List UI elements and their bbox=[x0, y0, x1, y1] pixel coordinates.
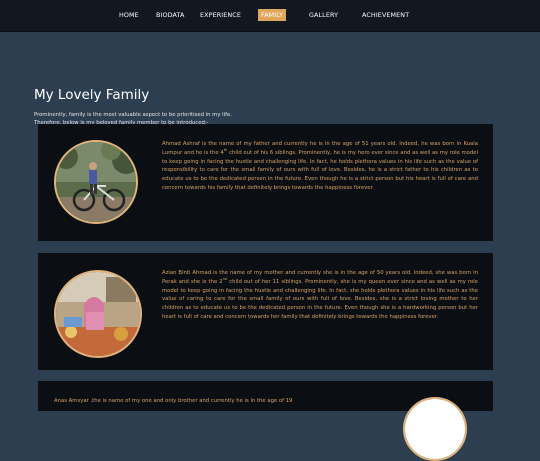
brother-photo bbox=[403, 397, 467, 461]
family-card-mother: Azian Binti Ahmad is the name of my moth… bbox=[38, 253, 493, 370]
brother-photo-image bbox=[405, 399, 465, 459]
brother-text-start: Anas Amsyar ,the is name of my one and o… bbox=[54, 398, 293, 404]
nav-gallery[interactable]: GALLERY bbox=[306, 9, 341, 21]
nav-achievement[interactable]: ACHIEVEMENT bbox=[359, 9, 412, 21]
father-description: Ahmad Ashraf is the name of my father an… bbox=[162, 140, 478, 193]
nav-family[interactable]: FAMILY bbox=[258, 9, 287, 21]
page-title: My Lovely Family bbox=[34, 87, 150, 103]
mother-description: Azian Binti Ahmad is the name of my moth… bbox=[162, 269, 478, 322]
family-card-brother: Anas Amsyar ,the is name of my one and o… bbox=[38, 381, 493, 461]
family-card-father: Ahmad Ashraf is the name of my father an… bbox=[38, 124, 493, 241]
nav-home[interactable]: HOME bbox=[116, 9, 142, 21]
brother-description: Anas Amsyar ,the is name of my one and o… bbox=[54, 397, 364, 406]
top-navbar: HOME BIODATA EXPERIENCE FAMILY GALLERY A… bbox=[0, 0, 540, 32]
intro-line-1: Prominently, family is the most valuable… bbox=[34, 112, 232, 118]
mother-photo bbox=[54, 270, 142, 358]
father-photo-image bbox=[56, 142, 136, 222]
nav-experience[interactable]: EXPERIENCE bbox=[197, 9, 244, 21]
mother-photo-image bbox=[56, 272, 140, 356]
father-photo bbox=[54, 140, 138, 224]
nav-biodata[interactable]: BIODATA bbox=[153, 9, 187, 21]
